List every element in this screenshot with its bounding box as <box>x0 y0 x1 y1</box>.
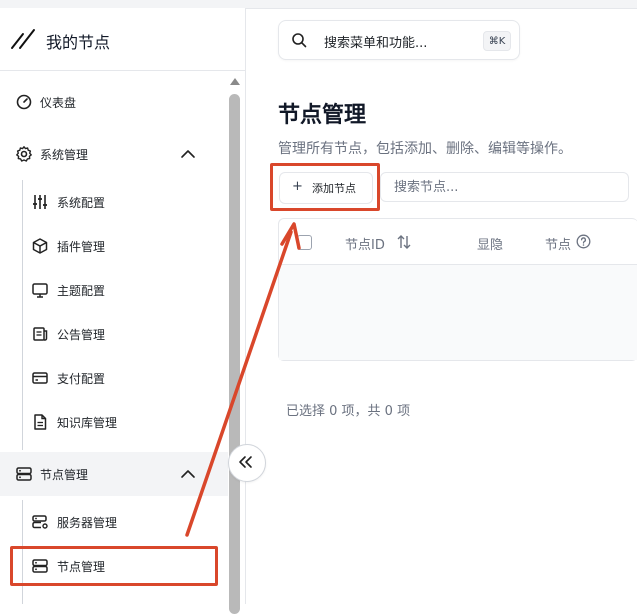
cube-icon <box>32 238 48 254</box>
dashboard-icon <box>16 94 32 110</box>
sidebar-subitem-label: 公告管理 <box>57 328 106 342</box>
notice-icon <box>33 327 48 341</box>
column-header-node-id[interactable]: 节点ID <box>345 234 385 253</box>
chevron-up-icon[interactable] <box>180 149 196 159</box>
page-title: 节点管理 <box>278 103 367 128</box>
brand-title: 我的节点 <box>46 33 111 52</box>
sidebar-subitem-system-config[interactable]: 系统配置 <box>24 180 220 224</box>
sidebar-subitem-label: 主题配置 <box>57 284 106 298</box>
sidebar-item-label: 仪表盘 <box>40 95 77 110</box>
credit-card-icon <box>32 372 48 384</box>
server-gear-icon <box>32 515 48 529</box>
sidebar-subitem-payment-config[interactable]: 支付配置 <box>24 356 220 400</box>
global-search-input[interactable]: 搜索菜单和功能... ⌘K <box>278 20 520 60</box>
gear-icon <box>16 146 32 162</box>
brand-header[interactable]: 我的节点 <box>0 8 245 71</box>
sidebar-subitem-label: 知识库管理 <box>57 416 118 430</box>
sidebar-scrollbar[interactable] <box>229 78 240 614</box>
sidebar-subitem-server-management[interactable]: 服务器管理 <box>24 500 220 544</box>
selection-count: 已选择 0 项，共 0 项 <box>286 404 411 419</box>
monitor-icon <box>32 283 48 298</box>
scroll-up-arrow[interactable] <box>230 78 240 85</box>
server-icon <box>16 467 32 481</box>
chevrons-left-icon <box>239 456 252 468</box>
sidebar-subitem-label: 支付配置 <box>57 372 106 386</box>
file-text-icon <box>34 414 47 430</box>
slash-logo-icon <box>11 29 35 49</box>
sidebar-item-label: 系统管理 <box>40 147 89 162</box>
column-header-node[interactable]: 节点 <box>545 234 571 253</box>
search-icon <box>292 33 307 48</box>
sidebar-item-system-management[interactable]: 系统管理 <box>0 132 228 176</box>
sidebar-item-dashboard[interactable]: 仪表盘 <box>0 80 228 124</box>
sidebar-subitem-label: 服务器管理 <box>57 516 118 530</box>
sidebar-subitem-label: 系统配置 <box>57 196 106 210</box>
sidebar-subitem-knowledge-base[interactable]: 知识库管理 <box>24 400 220 444</box>
scroll-thumb[interactable] <box>229 94 240 614</box>
sidebar-item-label: 节点管理 <box>40 467 89 482</box>
sidebar-subitem-label: 插件管理 <box>57 240 106 254</box>
sidebar-subitem-notice-management[interactable]: 公告管理 <box>24 312 220 356</box>
search-placeholder: 搜索菜单和功能... <box>324 36 428 51</box>
sidebar-item-node-management[interactable]: 节点管理 <box>0 452 228 496</box>
sidebar-subitem-plugin-management[interactable]: 插件管理 <box>24 224 220 268</box>
submenu-guide-line <box>22 180 23 450</box>
sidebar: 我的节点 仪表盘 系统管理 系统配置 插件管理 主题配置 公告管理 支付配置 知… <box>0 8 246 614</box>
help-circle-icon[interactable] <box>576 234 591 249</box>
column-header-visibility[interactable]: 显隐 <box>477 234 503 253</box>
annotation-highlight-add-button <box>270 163 380 211</box>
annotation-highlight-node-management <box>10 546 218 586</box>
table-header: 节点ID 显隐 节点 <box>279 219 637 265</box>
page-description: 管理所有节点，包括添加、删除、编辑等操作。 <box>278 141 572 157</box>
chevron-up-icon[interactable] <box>180 469 196 479</box>
table-body-empty <box>279 265 637 360</box>
nodes-table: 节点ID 显隐 节点 <box>278 218 637 361</box>
select-all-checkbox[interactable] <box>297 235 312 250</box>
sort-icon[interactable] <box>396 234 412 250</box>
sidebar-subitem-theme-config[interactable]: 主题配置 <box>24 268 220 312</box>
collapse-sidebar-button[interactable] <box>228 444 266 482</box>
shortcut-badge: ⌘K <box>483 31 511 51</box>
sliders-icon <box>33 195 47 209</box>
node-search-input[interactable]: 搜索节点... <box>380 172 629 202</box>
